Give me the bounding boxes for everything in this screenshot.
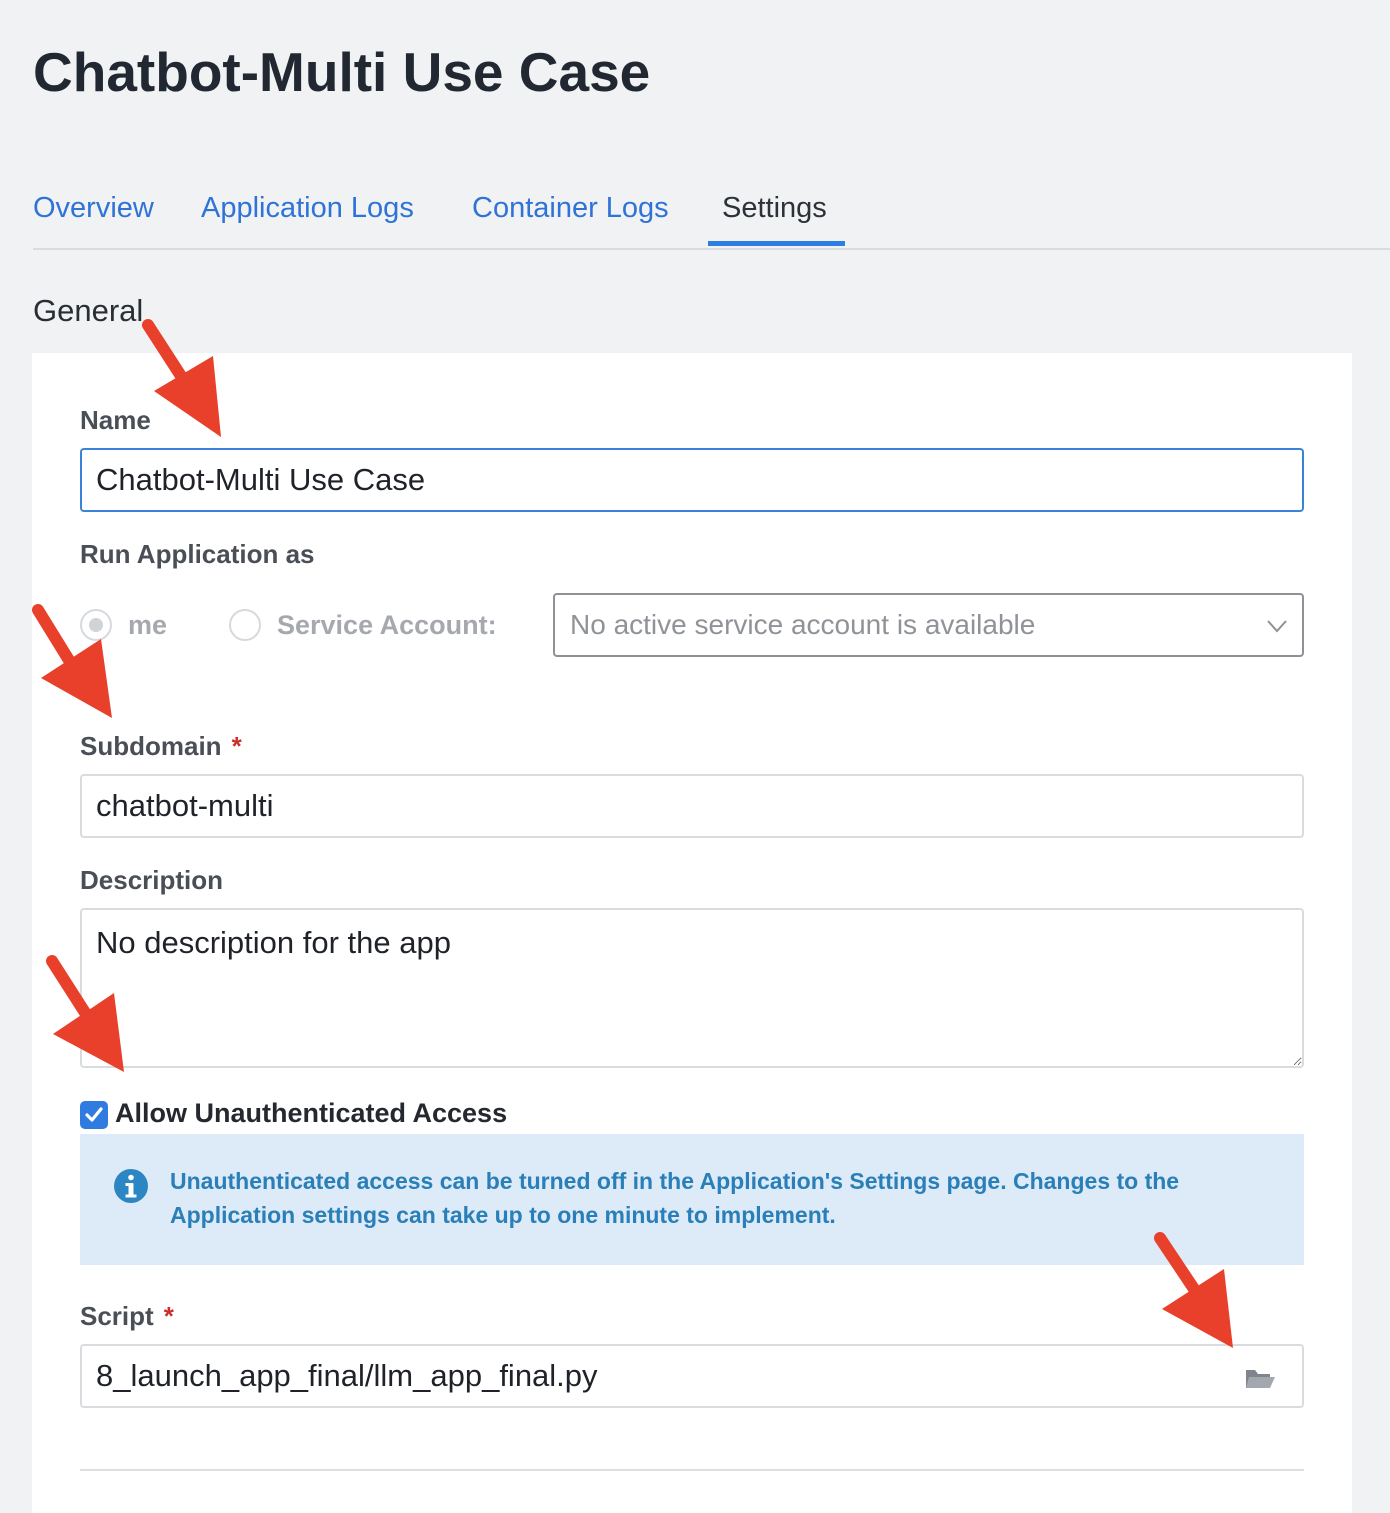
- annotation-arrowhead-subdomain: [41, 639, 112, 718]
- annotation-arrowhead-name: [154, 356, 221, 437]
- annotation-arrowhead-checkbox: [53, 993, 124, 1072]
- annotation-arrows: [32, 319, 1233, 1348]
- annotation-arrowhead-folder: [1162, 1269, 1233, 1348]
